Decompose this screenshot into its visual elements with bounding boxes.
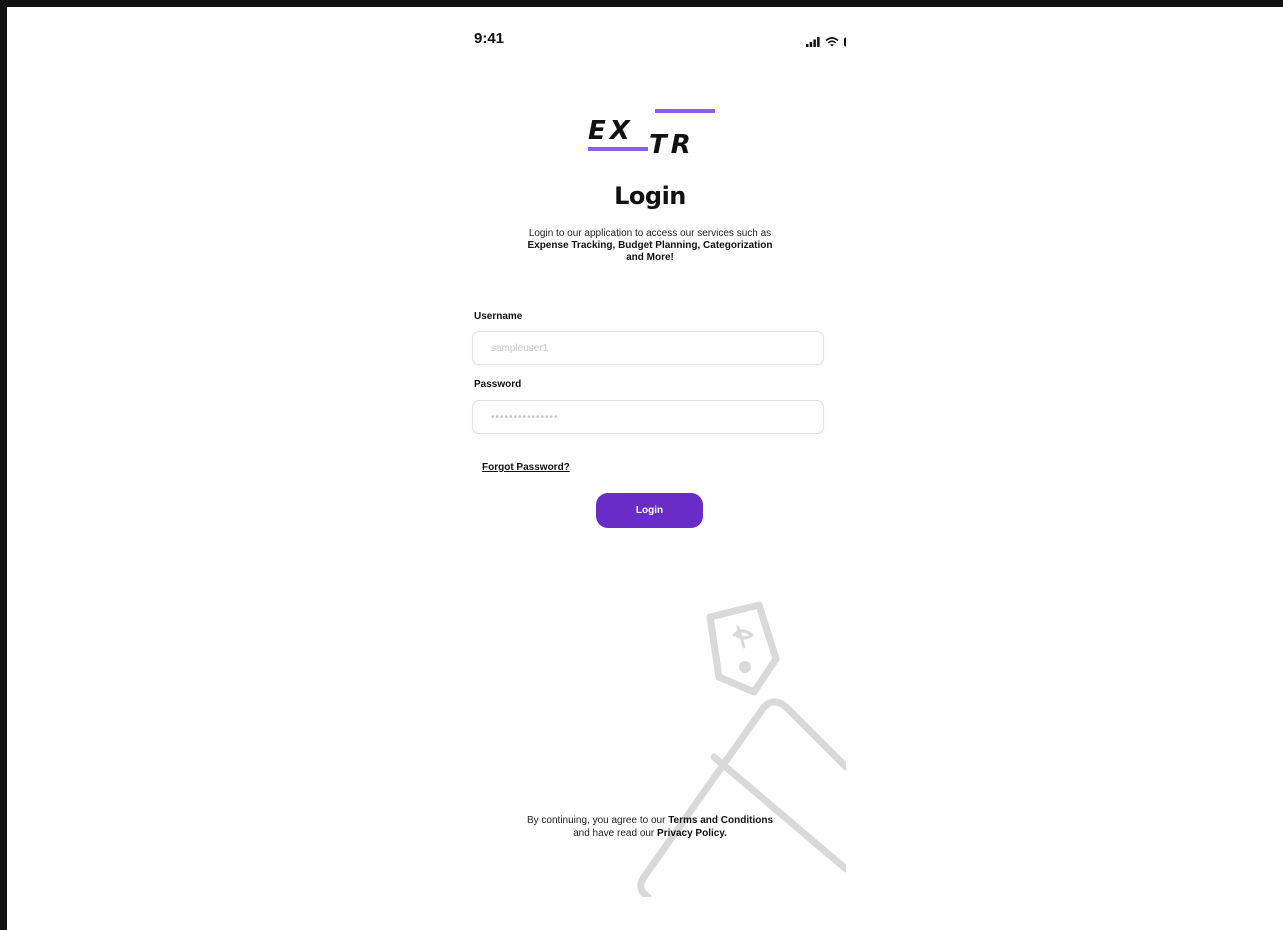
card-tag-illustration	[614, 597, 846, 897]
frame-left-border	[0, 0, 7, 930]
status-bar: 9:41	[454, 7, 846, 51]
logo-text-ex: EX	[588, 116, 634, 146]
username-input[interactable]	[472, 331, 824, 365]
subtitle-services: Expense Tracking, Budget Planning, Categ…	[527, 240, 773, 263]
login-button[interactable]: Login	[596, 493, 703, 528]
signal-icon	[806, 34, 820, 52]
frame-top-border	[0, 0, 1283, 7]
subtitle-text: Login to our application to access our s…	[528, 228, 772, 239]
page-subtitle: Login to our application to access our s…	[520, 228, 780, 264]
status-time: 9:41	[474, 30, 505, 47]
terms-notice: By continuing, you agree to our Terms an…	[524, 814, 776, 840]
phone-screen: 9:41 EX TR Login Login to our applicatio…	[454, 7, 846, 897]
username-label: Username	[474, 311, 523, 322]
terms-link[interactable]: Terms and Conditions	[668, 815, 773, 826]
page-title: Login	[614, 182, 686, 210]
privacy-link[interactable]: Privacy Policy.	[657, 828, 727, 839]
terms-text-2: and have read our	[573, 828, 658, 839]
forgot-password-link[interactable]: Forgot Password?	[482, 462, 570, 473]
password-input[interactable]	[472, 400, 824, 434]
battery-icon	[844, 34, 846, 52]
wifi-icon	[825, 34, 839, 52]
password-label: Password	[474, 379, 522, 390]
extr-logo: EX TR	[585, 107, 717, 160]
status-icons	[806, 34, 846, 52]
logo-text-tr: TR	[649, 130, 695, 157]
terms-text-1: By continuing, you agree to our	[526, 815, 669, 826]
